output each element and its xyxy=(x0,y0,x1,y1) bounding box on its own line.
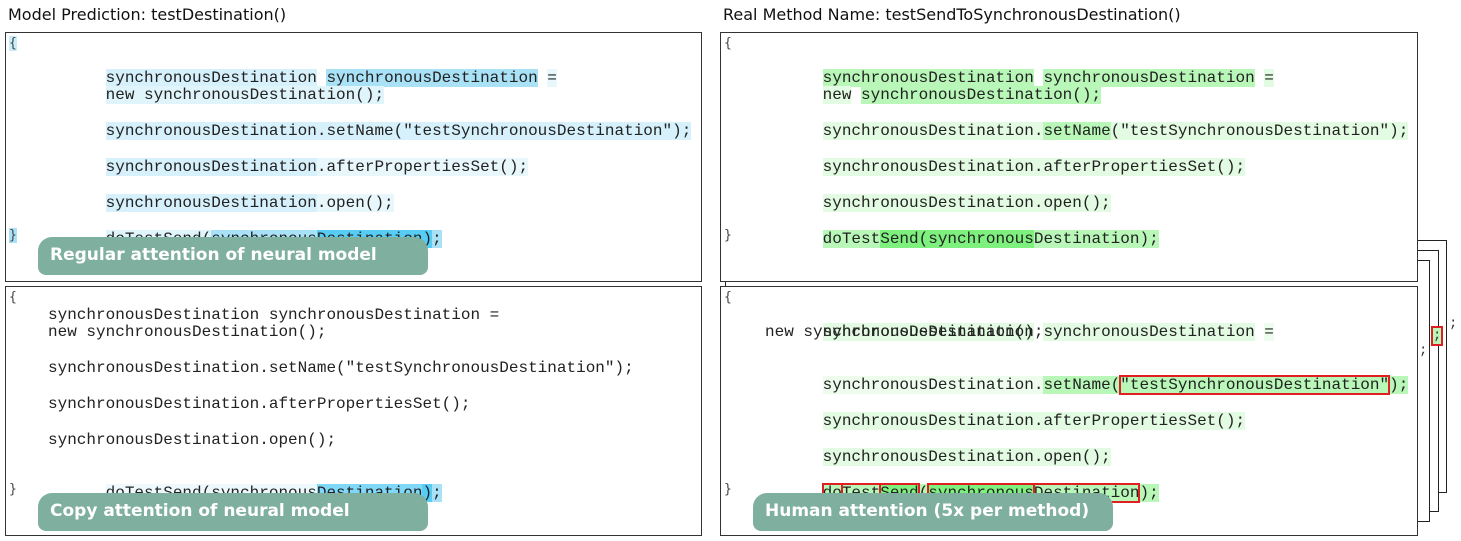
real-method-panel: { synchronousDestination synchronousDest… xyxy=(720,32,1418,282)
code-line: new synchronousDestination(); xyxy=(48,323,327,341)
code-block: synchronousDestination synchronousDestin… xyxy=(765,53,1409,248)
code-block: synchronousDestination synchronousDestin… xyxy=(765,307,1409,503)
code-token: doTest xyxy=(822,230,881,248)
code-block: synchronousDestination synchronousDestin… xyxy=(48,53,692,248)
code-token: ); xyxy=(1389,376,1409,394)
close-brace: } xyxy=(724,228,732,243)
code-token: new xyxy=(822,86,852,104)
left-panel-title: Model Prediction: testDestination() xyxy=(8,5,287,24)
stacked-page-semicolon: ; xyxy=(1449,316,1458,332)
code-token: synchronousDestination.afterPropertiesSe… xyxy=(822,412,1246,430)
code-token: synchronousDestination.open(); xyxy=(822,194,1111,212)
code-token: setName xyxy=(1043,122,1111,140)
open-brace: { xyxy=(9,36,17,51)
open-brace: { xyxy=(724,290,732,305)
code-token: synchronousDestination.open(); xyxy=(822,448,1111,466)
code-token: synchronousDestination xyxy=(105,158,317,176)
code-line: synchronousDestination synchronousDestin… xyxy=(48,306,500,324)
code-token: = xyxy=(1264,323,1274,341)
code-token: new synchronousDestination(); xyxy=(105,86,385,104)
code-token: synchronousDestination xyxy=(105,194,317,212)
open-brace: { xyxy=(9,290,17,305)
stacked-page-semicolon: ; xyxy=(1430,326,1444,346)
human-attention-label: Human attention (5x per method) xyxy=(753,493,1113,531)
code-token: synchronousDestination. xyxy=(822,376,1044,394)
code-token: setName( xyxy=(1043,376,1121,394)
code-token: Destination); xyxy=(1033,230,1159,248)
stacked-page-semicolon: ; xyxy=(1419,343,1428,359)
copy-attention-label: Copy attention of neural model xyxy=(38,493,428,531)
code-token: .afterPropertiesSet(); xyxy=(316,158,529,176)
open-brace: { xyxy=(724,36,732,51)
code-line: synchronousDestination.afterPropertiesSe… xyxy=(48,395,471,413)
regular-attention-label: Regular attention of neural model xyxy=(38,237,428,275)
code-token: synchronousDestination xyxy=(1043,323,1255,341)
code-token: ; xyxy=(432,230,442,248)
code-token: synchronousDestination.setName("testSync… xyxy=(105,122,692,140)
close-brace: } xyxy=(9,228,17,243)
code-token: ("testSynchronousDestination"); xyxy=(1110,122,1409,140)
code-line: doTestSend(synchronousDestination); xyxy=(765,214,1159,265)
code-line: synchronousDestination.open(); xyxy=(48,431,337,449)
human-attention-panel: { synchronousDestination synchronousDest… xyxy=(720,286,1418,536)
code-token: ; xyxy=(432,484,442,502)
close-brace: } xyxy=(9,482,17,497)
code-line: synchronousDestination.setName("testSync… xyxy=(48,359,634,377)
code-token: synchronousDestination.afterPropertiesSe… xyxy=(822,158,1246,176)
code-token: = xyxy=(1264,69,1274,87)
code-token: ); xyxy=(1139,484,1159,502)
code-token: Send(synchronous xyxy=(880,230,1034,248)
code-token: synchronousDestination(); xyxy=(861,86,1102,104)
code-block: synchronousDestination synchronousDestin… xyxy=(48,307,634,502)
code-token: synchronousDestination. xyxy=(822,122,1044,140)
code-token: .open(); xyxy=(316,194,394,212)
code-line: new synchronousDestination(); xyxy=(765,323,1044,341)
close-brace: } xyxy=(724,482,732,497)
right-panel-title: Real Method Name: testSendToSynchronousD… xyxy=(723,5,1181,24)
regular-attention-panel: { synchronousDestination synchronousDest… xyxy=(5,32,702,282)
code-token: "testSynchronousDestination" xyxy=(1119,375,1391,395)
code-token: = xyxy=(547,69,557,87)
copy-attention-panel: { synchronousDestination synchronousDest… xyxy=(5,286,702,536)
